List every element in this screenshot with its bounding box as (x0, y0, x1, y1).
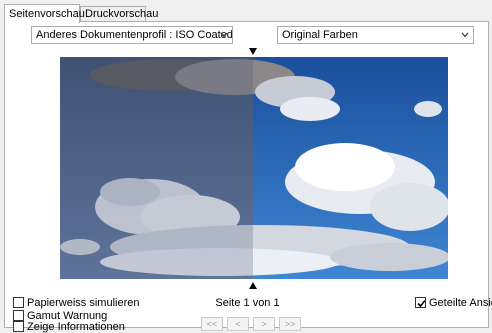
checkbox-box[interactable] (13, 321, 24, 332)
checkbox-box[interactable] (13, 310, 24, 321)
checkbox-box[interactable] (13, 297, 24, 308)
split-marker-bottom-icon[interactable] (249, 281, 257, 289)
show-info-label: Zeige Informationen (27, 321, 125, 333)
prev-page-button[interactable]: < (227, 317, 249, 331)
profile-select[interactable]: Anderes Dokumentenprofil : ISO Coated v2… (31, 26, 233, 44)
tab-seitenvorschau[interactable]: Seitenvorschau (4, 4, 85, 23)
paper-white-checkbox[interactable]: Papierweiss simulieren (13, 297, 140, 309)
chevron-down-icon (220, 32, 228, 38)
next-page-button[interactable]: > (253, 317, 275, 331)
split-view-checkbox[interactable]: Geteilte Ansicht (415, 297, 492, 309)
preview-panel: Anderes Dokumentenprofil : ISO Coated v2… (4, 21, 492, 333)
show-info-checkbox[interactable]: Zeige Informationen (13, 321, 125, 333)
split-view-label: Geteilte Ansicht (429, 297, 492, 309)
split-marker-top-icon[interactable] (249, 48, 257, 56)
color-mode-select[interactable]: Original Farben (277, 26, 474, 44)
page-preview-image (60, 57, 448, 279)
chevron-down-icon (461, 32, 469, 38)
color-mode-select-value: Original Farben (282, 29, 358, 41)
last-page-button[interactable]: >> (279, 317, 301, 331)
first-page-button[interactable]: << (201, 317, 223, 331)
profile-select-value: Anderes Dokumentenprofil : ISO Coated v2… (36, 29, 233, 41)
paper-white-label: Papierweiss simulieren (27, 297, 140, 309)
tab-druckvorschau[interactable]: Druckvorschau (80, 6, 158, 21)
checkmark-icon (417, 299, 426, 308)
checkbox-box[interactable] (415, 297, 426, 308)
